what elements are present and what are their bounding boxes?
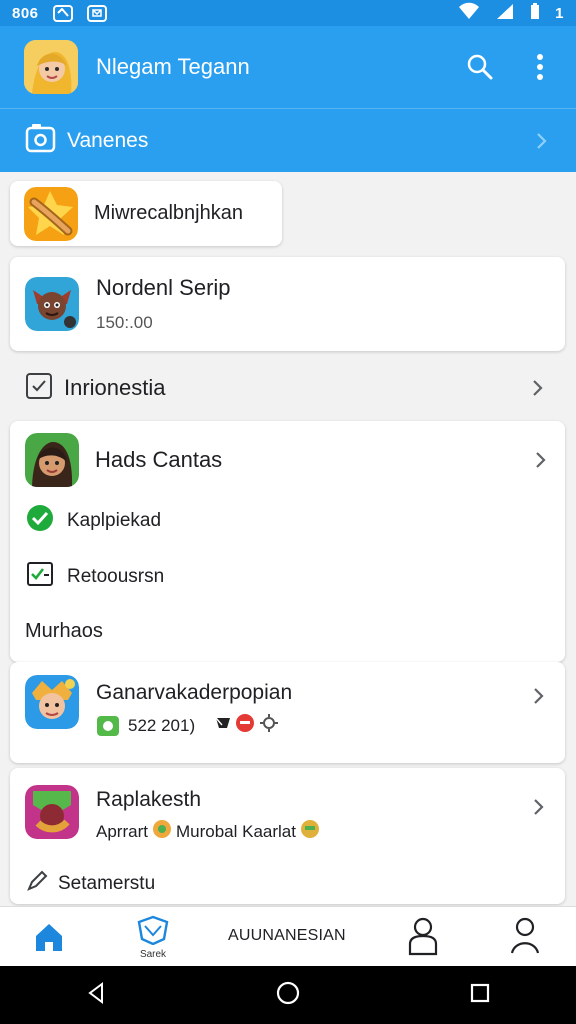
more-vert-icon[interactable] (516, 43, 564, 91)
hads-action: Retoousrsn (67, 565, 165, 587)
checkbox-icon (25, 372, 53, 405)
app-bar: Nlegam Tegann (0, 26, 576, 108)
final-footer-row[interactable]: Setamerstu (25, 869, 155, 898)
section-row[interactable]: Inrionestia (25, 369, 547, 407)
chevron-right-icon (531, 131, 551, 151)
star-app-icon (24, 186, 78, 241)
purple-app-icon (25, 785, 79, 839)
camera-icon (25, 123, 56, 159)
final-detail-row: Aprrart Murobal Kaarlat (96, 819, 320, 844)
profile-tab[interactable] (406, 916, 440, 960)
avatar[interactable] (24, 40, 78, 94)
red-face-icon (235, 713, 255, 738)
sub-header-label: Vanenes (67, 128, 149, 152)
woman-app-icon (25, 433, 79, 487)
signal-icon (495, 2, 515, 25)
app-title: Nlegam Tegann (96, 54, 250, 79)
section-label: Inrionestia (64, 375, 166, 400)
status-row: Kaplpiekad (26, 504, 161, 537)
hads-title: Hads Cantas (95, 447, 223, 472)
final-footer: Setamerstu (58, 872, 156, 894)
gold-status-icon (300, 819, 320, 844)
home-tab[interactable] (32, 920, 68, 956)
chevron-right-icon (528, 797, 548, 817)
second-card-title: Nordenl Serip (96, 275, 231, 300)
chevron-right-icon (528, 686, 548, 706)
back-icon[interactable] (84, 981, 108, 1010)
notification-icon (52, 4, 73, 22)
character-app-icon (25, 277, 79, 331)
recent-apps-icon[interactable] (468, 981, 492, 1010)
shield-tab[interactable]: Sarek (130, 915, 176, 963)
settings-icon (259, 713, 279, 738)
second-card-value: 150:.00 (96, 313, 153, 332)
battery-icon (529, 2, 541, 25)
status-left: 806 (12, 4, 107, 22)
sub-header[interactable]: Vanenes (0, 108, 576, 172)
status-count: 1 (555, 4, 564, 22)
screen: 806 1 Nlegam Tegann Vanenes Miwrecalbnjh… (0, 0, 576, 1024)
second-card[interactable]: Nordenl Serip 150:.00 (10, 257, 565, 351)
hads-row[interactable]: Hads Cantas (25, 432, 550, 488)
green-badge-icon (96, 715, 120, 737)
first-card-title: Miwrecalbnjhkan (94, 202, 243, 224)
final-detail-left: Aprrart (96, 821, 148, 841)
edit-icon (25, 869, 49, 898)
message-icon (86, 4, 107, 22)
chevron-right-icon (530, 450, 550, 470)
game-title: Ganarvakaderpopian (96, 681, 293, 704)
game-card[interactable]: Ganarvakaderpopian 522 201) (10, 662, 565, 763)
status-label: 806 (12, 4, 39, 22)
android-navigation-bar (0, 966, 576, 1024)
first-card[interactable]: Miwrecalbnjhkan (10, 181, 282, 246)
action-row[interactable]: Retoousrsn (26, 560, 164, 593)
check-circle-icon (26, 504, 54, 537)
status-bar: 806 1 (0, 0, 576, 26)
final-card[interactable]: Raplakesth Aprrart Murobal Kaarlat Setam… (10, 768, 565, 904)
game-value: 522 201) (128, 715, 196, 735)
final-detail-right: Murobal Kaarlat (175, 821, 296, 841)
center-nav-label[interactable]: AUUNANESIAN (228, 927, 346, 945)
chevron-right-icon (527, 378, 547, 398)
orange-status-icon (152, 819, 172, 844)
controller-icon (213, 714, 233, 737)
bottom-navigation: Sarek AUUNANESIAN (0, 906, 576, 966)
search-icon[interactable] (456, 43, 504, 91)
status-right: 1 (457, 2, 564, 25)
pirate-app-icon (25, 675, 79, 729)
shield-tab-label: Sarek (139, 949, 167, 960)
home-circle-icon[interactable] (275, 980, 301, 1011)
section-heading: Murhaos (25, 620, 103, 642)
game-meta: 522 201) (96, 713, 279, 738)
wifi-icon (457, 2, 481, 25)
checklist-icon (26, 560, 54, 593)
final-title: Raplakesth (96, 788, 202, 811)
account-tab[interactable] (508, 916, 542, 960)
hads-status: Kaplpiekad (67, 509, 162, 531)
